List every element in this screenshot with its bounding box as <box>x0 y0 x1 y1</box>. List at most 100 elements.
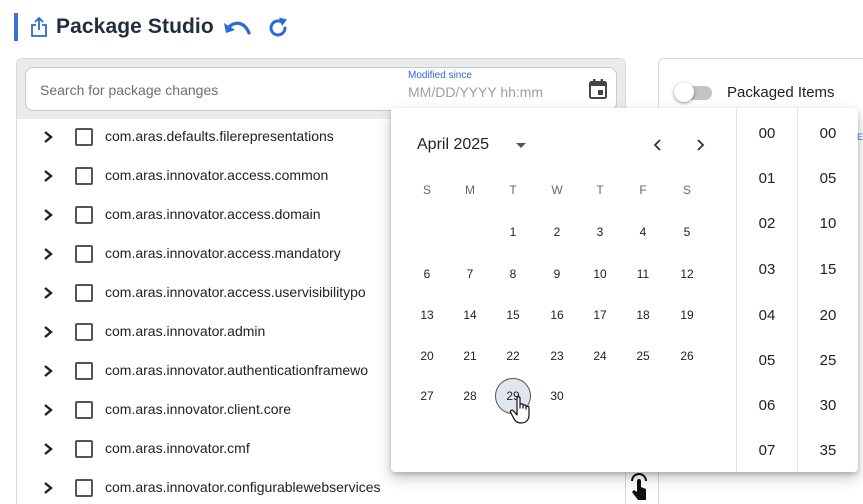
row-checkbox[interactable] <box>75 128 93 146</box>
minute-column: 00 05 10 15 20 25 30 35 <box>798 108 858 472</box>
row-checkbox[interactable] <box>75 362 93 380</box>
toggle-thumb <box>674 82 694 102</box>
chevron-right-icon[interactable] <box>43 325 53 339</box>
export-icon <box>31 17 47 37</box>
row-label: com.aras.innovator.configurablewebservic… <box>105 479 381 495</box>
calendar: April 2025 SMTWTFS 1 2 3 4 5 6 7 8 9 10 11 12 13 14 15… <box>391 108 736 472</box>
minute-option[interactable]: 10 <box>798 202 858 246</box>
day-cell[interactable]: 6 <box>409 256 445 292</box>
hour-option[interactable]: 05 <box>737 339 797 383</box>
day-cell[interactable]: 13 <box>409 297 445 333</box>
hour-column: 00 01 02 03 04 05 06 07 <box>737 108 797 472</box>
modified-since-input[interactable] <box>408 83 568 101</box>
hour-option[interactable]: 01 <box>737 157 797 201</box>
day-cell[interactable]: 26 <box>669 338 705 374</box>
hour-option[interactable]: 03 <box>737 248 797 292</box>
day-cell[interactable]: 2 <box>539 214 575 250</box>
chevron-right-icon[interactable] <box>43 442 53 456</box>
day-cell[interactable]: 16 <box>539 297 575 333</box>
row-label: com.aras.innovator.access.common <box>105 167 329 183</box>
chevron-right-icon[interactable] <box>689 134 711 156</box>
chevron-right-icon[interactable] <box>43 403 53 417</box>
day-cell[interactable]: 14 <box>452 297 488 333</box>
row-checkbox[interactable] <box>75 206 93 224</box>
row-checkbox[interactable] <box>75 167 93 185</box>
row-label: com.aras.innovator.access.uservisibility… <box>105 284 366 300</box>
day-cell[interactable]: 3 <box>582 214 618 250</box>
day-cell[interactable]: 24 <box>582 338 618 374</box>
chevron-right-icon[interactable] <box>43 286 53 300</box>
day-cell[interactable]: 22 <box>495 338 531 374</box>
row-checkbox[interactable] <box>75 323 93 341</box>
chevron-right-icon[interactable] <box>43 208 53 222</box>
day-cell[interactable]: 27 <box>409 378 445 414</box>
chevron-left-icon[interactable] <box>647 134 669 156</box>
minute-option[interactable]: 30 <box>798 384 858 428</box>
row-label: com.aras.innovator.access.domain <box>105 206 321 222</box>
day-cell[interactable]: 30 <box>539 378 575 414</box>
chevron-right-icon[interactable] <box>43 481 53 495</box>
chevron-right-icon[interactable] <box>43 169 53 183</box>
month-year-label[interactable]: April 2025 <box>417 136 489 154</box>
day-cell[interactable]: 18 <box>625 297 661 333</box>
row-label: com.aras.innovator.cmf <box>105 440 250 456</box>
row-checkbox[interactable] <box>75 479 93 497</box>
minute-option[interactable]: 35 <box>798 429 858 472</box>
row-label: com.aras.innovator.authenticationframewo <box>105 362 369 378</box>
day-cell[interactable]: 17 <box>582 297 618 333</box>
hour-option[interactable]: 02 <box>737 202 797 246</box>
day-cell[interactable]: 5 <box>669 214 705 250</box>
chevron-right-icon[interactable] <box>43 364 53 378</box>
day-cell[interactable]: 28 <box>452 378 488 414</box>
day-cell[interactable]: 21 <box>452 338 488 374</box>
packaged-items-label: Packaged Items <box>727 84 835 101</box>
undo-icon[interactable] <box>222 19 252 39</box>
day-cell-today[interactable]: 29 <box>495 378 531 414</box>
minute-option[interactable]: 05 <box>798 157 858 201</box>
weekday-label: F <box>639 183 647 197</box>
title-accent-bar <box>14 13 18 41</box>
row-checkbox[interactable] <box>75 440 93 458</box>
search-box: Modified since <box>25 67 617 111</box>
day-cell[interactable]: 7 <box>452 256 488 292</box>
header: Package Studio <box>0 0 863 58</box>
row-label: com.aras.defaults.filerepresentations <box>105 128 334 144</box>
chevron-right-icon[interactable] <box>43 130 53 144</box>
hour-option[interactable]: 07 <box>737 429 797 472</box>
minute-option[interactable]: 00 <box>798 112 858 156</box>
row-checkbox[interactable] <box>75 401 93 419</box>
day-cell[interactable]: 4 <box>625 214 661 250</box>
row-checkbox[interactable] <box>75 284 93 302</box>
hour-option[interactable]: 06 <box>737 384 797 428</box>
day-cell[interactable]: 9 <box>539 256 575 292</box>
hour-option[interactable]: 04 <box>737 294 797 338</box>
day-cell[interactable]: 25 <box>625 338 661 374</box>
minute-option[interactable]: 20 <box>798 294 858 338</box>
tree-row[interactable]: com.aras.innovator.configurablewebservic… <box>17 470 625 504</box>
row-label: com.aras.innovator.admin <box>105 323 266 339</box>
refresh-icon[interactable] <box>266 16 290 40</box>
touch-gesture-icon[interactable] <box>628 472 650 502</box>
minute-option[interactable]: 15 <box>798 248 858 292</box>
day-cell[interactable]: 8 <box>495 256 531 292</box>
weekday-label: M <box>465 183 475 197</box>
weekday-label: W <box>551 183 563 197</box>
minute-option[interactable]: 25 <box>798 339 858 383</box>
day-cell[interactable]: 11 <box>625 256 661 292</box>
day-cell[interactable]: 1 <box>495 214 531 250</box>
day-cell[interactable]: 23 <box>539 338 575 374</box>
day-cell[interactable]: 10 <box>582 256 618 292</box>
row-label: com.aras.innovator.access.mandatory <box>105 245 341 261</box>
modified-since-label: Modified since <box>408 70 472 81</box>
day-cell[interactable]: 19 <box>669 297 705 333</box>
packaged-items-toggle[interactable] <box>674 82 712 102</box>
day-cell[interactable]: 20 <box>409 338 445 374</box>
day-cell[interactable]: 15 <box>495 297 531 333</box>
row-checkbox[interactable] <box>75 245 93 263</box>
caret-down-icon[interactable] <box>513 137 529 153</box>
chevron-right-icon[interactable] <box>43 247 53 261</box>
search-input[interactable] <box>40 80 370 100</box>
calendar-icon[interactable] <box>588 78 608 100</box>
day-cell[interactable]: 12 <box>669 256 705 292</box>
hour-option[interactable]: 00 <box>737 112 797 156</box>
